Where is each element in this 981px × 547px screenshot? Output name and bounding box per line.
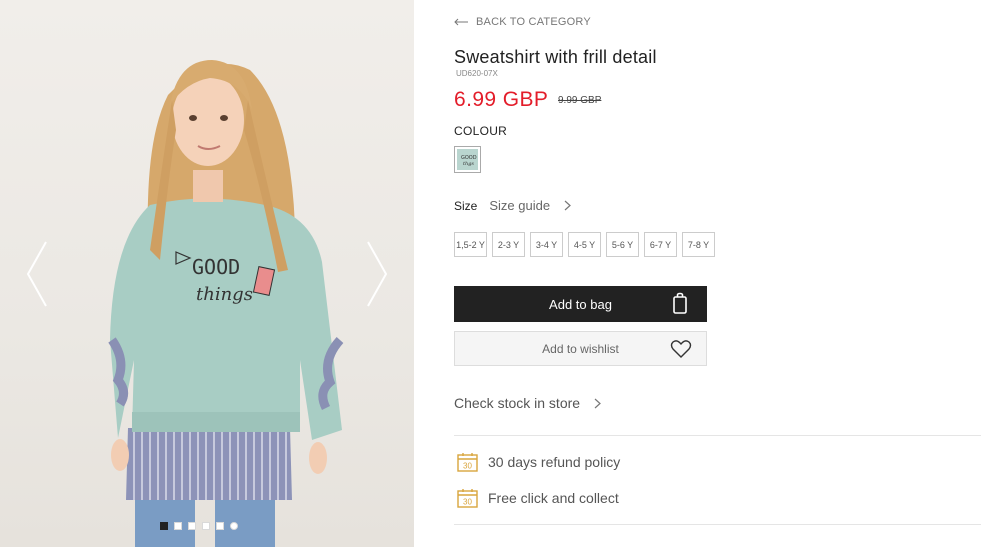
chevron-right-icon (594, 398, 601, 408)
perk-refund-policy: 30 30 days refund policy (457, 452, 620, 472)
calendar-30-icon: 30 (457, 453, 478, 472)
swatch-thumbnail: GOOD thgs (457, 149, 478, 170)
perk-label: Free click and collect (488, 490, 619, 506)
gallery-dot[interactable] (202, 522, 210, 530)
gallery-dot[interactable] (230, 522, 238, 530)
product-photo: GOOD things (108, 60, 344, 547)
check-stock-label: Check stock in store (454, 395, 581, 411)
product-image-gallery: GOOD things (0, 0, 414, 547)
size-option[interactable]: 3-4 Y (530, 232, 563, 257)
gallery-dot[interactable] (160, 522, 168, 530)
product-title: Sweatshirt with frill detail (454, 47, 657, 67)
heart-icon (670, 340, 692, 358)
size-option[interactable]: 7-8 Y (682, 232, 715, 257)
colour-swatch[interactable]: GOOD thgs (454, 146, 481, 173)
gallery-pagination (160, 522, 238, 530)
add-to-wishlist-button[interactable]: Add to wishlist (454, 331, 707, 366)
gallery-dot[interactable] (216, 522, 224, 530)
print-text-things: things (196, 284, 253, 305)
divider (454, 524, 981, 525)
colour-label: COLOUR (454, 124, 508, 138)
size-guide-label: Size guide (489, 198, 551, 213)
chevron-right-icon (564, 200, 571, 211)
product-details: BACK TO CATEGORY Sweatshirt with frill d… (454, 0, 981, 547)
gallery-dot[interactable] (174, 522, 182, 530)
chevron-right-icon (367, 241, 388, 307)
size-option[interactable]: 4-5 Y (568, 232, 601, 257)
check-stock-link[interactable]: Check stock in store (454, 395, 601, 411)
perk-click-and-collect: 30 Free click and collect (457, 488, 619, 508)
arrow-left-icon (454, 18, 468, 26)
size-options: 1,5-2 Y 2-3 Y 3-4 Y 4-5 Y 5-6 Y 6-7 Y 7-… (454, 232, 715, 257)
chevron-left-icon (26, 241, 47, 307)
shopping-bag-icon (673, 292, 687, 314)
calendar-30-icon: 30 (457, 489, 478, 508)
gallery-prev-arrow[interactable] (24, 240, 50, 308)
add-to-bag-button[interactable]: Add to bag (454, 286, 707, 322)
size-guide-link[interactable]: Size guide (489, 198, 571, 213)
size-row: Size Size guide (454, 198, 571, 213)
old-price: 9.99 GBP (558, 95, 602, 106)
svg-text:30: 30 (463, 462, 472, 471)
add-to-bag-label: Add to bag (549, 296, 612, 312)
add-to-wishlist-label: Add to wishlist (542, 341, 619, 356)
size-label: Size (454, 198, 478, 213)
swatch-print-icon: GOOD thgs (461, 155, 477, 167)
current-price: 6.99 GBP (454, 88, 549, 111)
back-to-category-link[interactable]: BACK TO CATEGORY (454, 16, 591, 28)
size-option[interactable]: 6-7 Y (644, 232, 677, 257)
gallery-dot[interactable] (188, 522, 196, 530)
svg-text:thgs: thgs (463, 161, 474, 167)
svg-text:30: 30 (463, 498, 472, 507)
perk-label: 30 days refund policy (488, 454, 621, 470)
divider (454, 435, 981, 436)
size-option[interactable]: 5-6 Y (606, 232, 639, 257)
size-option[interactable]: 2-3 Y (492, 232, 525, 257)
gallery-next-arrow[interactable] (364, 240, 390, 308)
size-option[interactable]: 1,5-2 Y (454, 232, 487, 257)
back-label: BACK TO CATEGORY (476, 16, 591, 28)
product-sku: UD620-07X (456, 69, 498, 78)
print-text-good: GOOD (192, 255, 240, 279)
